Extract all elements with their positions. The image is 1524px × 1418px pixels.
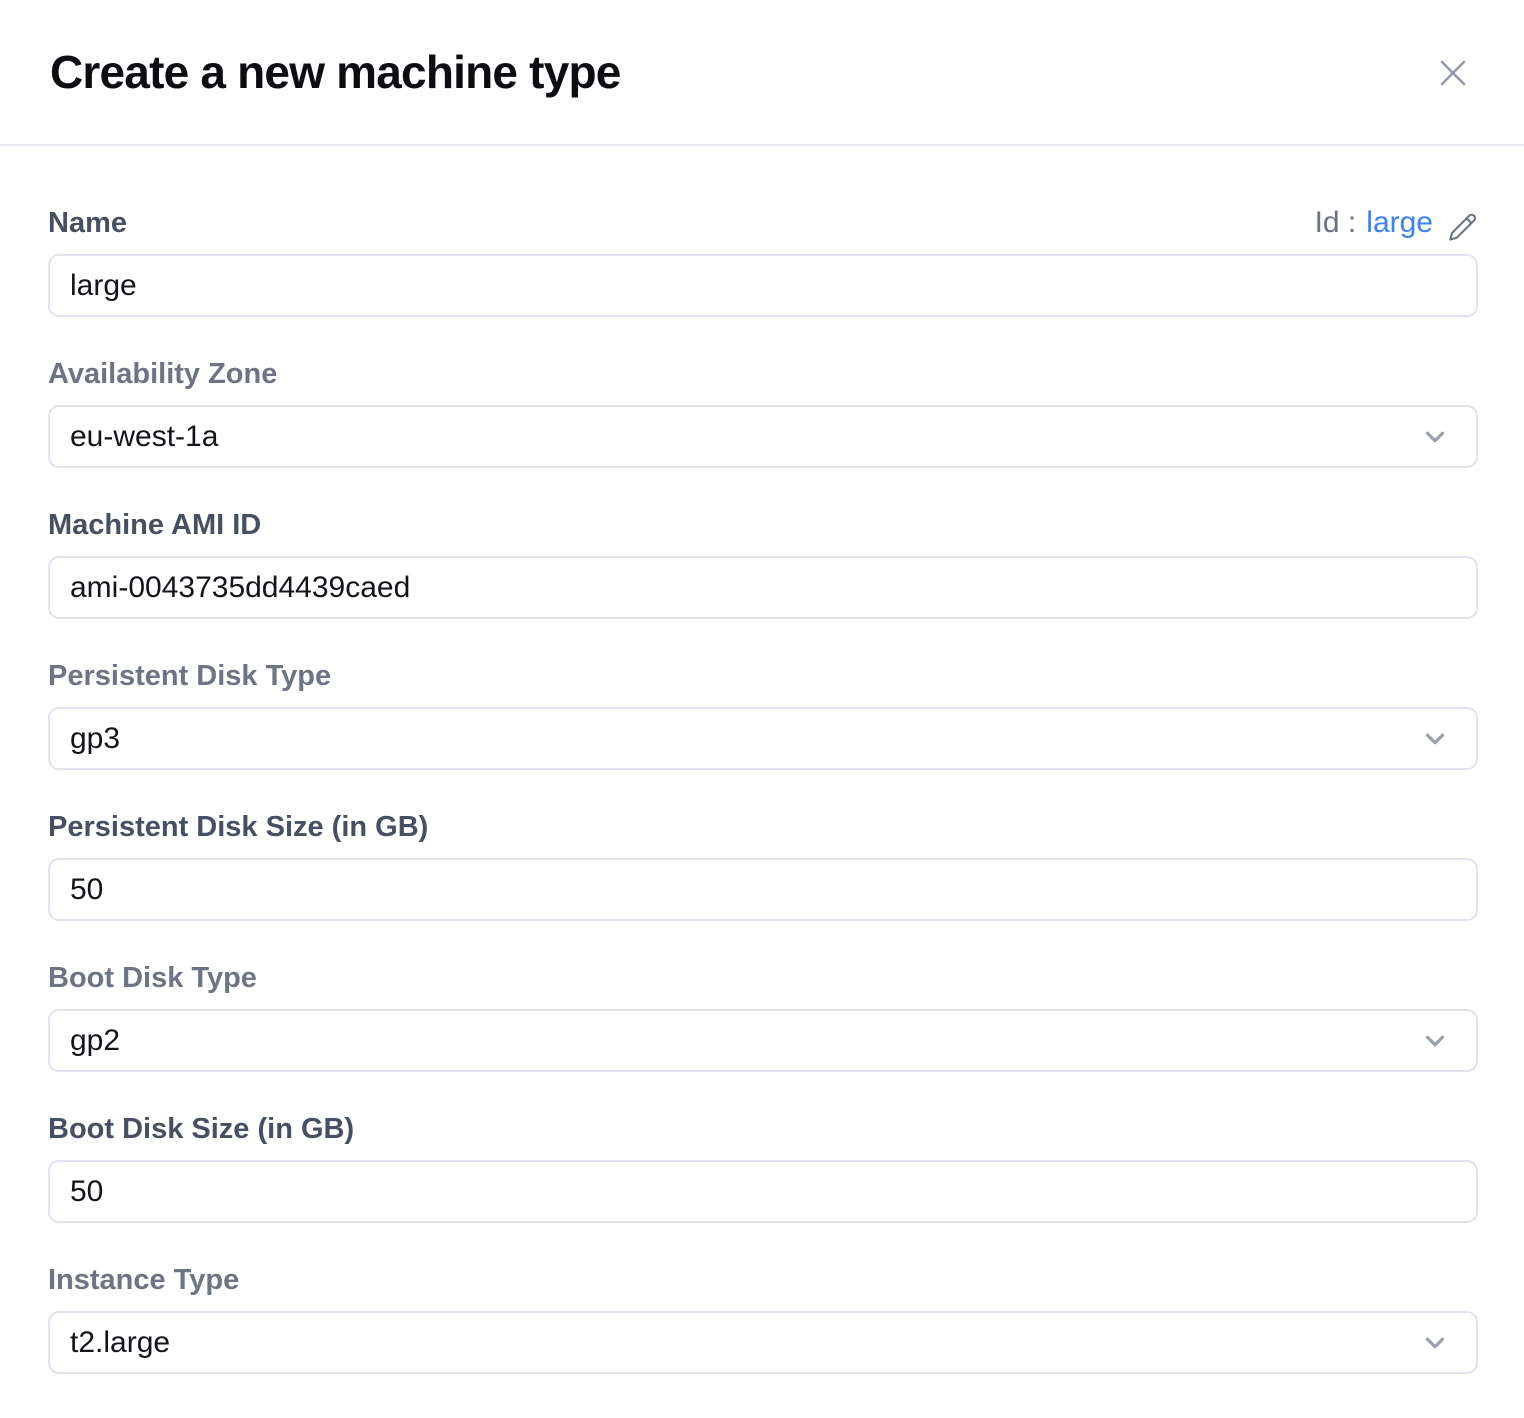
pencil-icon: [1447, 212, 1478, 243]
instance-type-field-group: Instance Type t2.large: [48, 1263, 1478, 1374]
boot-disk-type-field-group: Boot Disk Type gp2: [48, 961, 1478, 1072]
modal-header: Create a new machine type: [0, 0, 1524, 146]
boot-disk-type-label: Boot Disk Type: [48, 961, 257, 995]
availability-zone-field-group: Availability Zone eu-west-1a: [48, 357, 1478, 468]
name-field-group: Name Id : large: [48, 206, 1478, 317]
machine-ami-id-input[interactable]: [48, 556, 1478, 619]
boot-disk-type-value: gp2: [70, 1024, 120, 1058]
id-prefix: Id :: [1315, 206, 1357, 240]
instance-type-label: Instance Type: [48, 1263, 239, 1297]
chevron-down-icon: [1420, 724, 1450, 754]
chevron-down-icon: [1420, 1328, 1450, 1358]
name-input[interactable]: [48, 254, 1478, 317]
instance-type-select[interactable]: t2.large: [48, 1311, 1478, 1374]
persistent-disk-type-value: gp3: [70, 722, 120, 756]
create-machine-type-modal: Create a new machine type Name Id : larg…: [0, 0, 1524, 1418]
modal-body: Name Id : large: [0, 206, 1524, 1374]
persistent-disk-size-input[interactable]: [48, 858, 1478, 921]
persistent-disk-type-field-group: Persistent Disk Type gp3: [48, 659, 1478, 770]
machine-id-row: Id : large: [1315, 206, 1478, 240]
modal-title: Create a new machine type: [50, 45, 621, 99]
machine-ami-id-field-group: Machine AMI ID: [48, 508, 1478, 619]
boot-disk-type-select[interactable]: gp2: [48, 1009, 1478, 1072]
persistent-disk-type-label: Persistent Disk Type: [48, 659, 331, 693]
chevron-down-icon: [1420, 1026, 1450, 1056]
persistent-disk-size-label: Persistent Disk Size (in GB): [48, 810, 428, 844]
close-button[interactable]: [1432, 52, 1474, 94]
availability-zone-select[interactable]: eu-west-1a: [48, 405, 1478, 468]
instance-type-value: t2.large: [70, 1326, 170, 1360]
boot-disk-size-field-group: Boot Disk Size (in GB): [48, 1112, 1478, 1223]
availability-zone-label: Availability Zone: [48, 357, 277, 391]
edit-id-button[interactable]: [1447, 212, 1478, 243]
machine-ami-id-label: Machine AMI ID: [48, 508, 261, 542]
close-icon: [1434, 54, 1472, 92]
persistent-disk-size-field-group: Persistent Disk Size (in GB): [48, 810, 1478, 921]
availability-zone-value: eu-west-1a: [70, 420, 218, 454]
chevron-down-icon: [1420, 422, 1450, 452]
persistent-disk-type-select[interactable]: gp3: [48, 707, 1478, 770]
id-value[interactable]: large: [1366, 206, 1433, 240]
boot-disk-size-input[interactable]: [48, 1160, 1478, 1223]
name-label: Name: [48, 206, 127, 240]
boot-disk-size-label: Boot Disk Size (in GB): [48, 1112, 354, 1146]
